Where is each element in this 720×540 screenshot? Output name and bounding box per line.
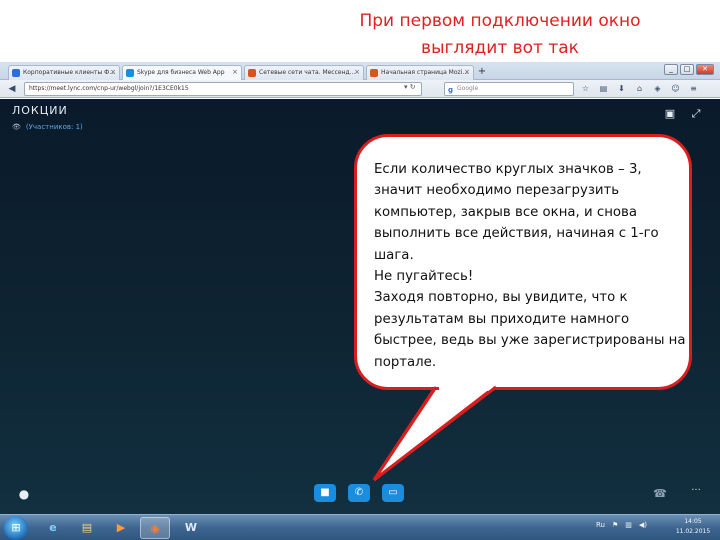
word-icon[interactable]: W (176, 517, 206, 539)
call-controls-bar: ● ■ ✆ ▭ ☎ ··· (0, 481, 720, 507)
slide-title-line-2: выглядит вот так (421, 38, 579, 58)
callout-paragraph-1: Если количество круглых значков – 3, зна… (374, 162, 659, 263)
tab-favicon-icon (12, 69, 20, 77)
internet-explorer-icon[interactable]: e (38, 517, 68, 539)
tab-label: Skype для бизнеса Web App (137, 69, 225, 76)
more-options-button[interactable]: ··· (686, 483, 706, 499)
tab-mozilla-start[interactable]: Начальная страница Mozi... × (366, 65, 474, 80)
home-icon[interactable]: ⌂ (634, 83, 645, 94)
navigation-bar: ◀ https://meet.lync.com/cnp-ur/webgl/joi… (0, 80, 720, 98)
tab-label: Корпоративные клиенты Ф... (23, 69, 116, 76)
devices-icon: ☎ (653, 487, 667, 500)
close-tab-icon[interactable]: × (354, 66, 360, 79)
chat-button[interactable]: ● (16, 486, 32, 502)
participants-count[interactable]: 👁 (Участников: 1) (12, 123, 83, 131)
network-icon[interactable]: ▥ (625, 521, 632, 529)
more-icon: ··· (691, 485, 701, 496)
start-button[interactable]: ⊞ (4, 516, 28, 540)
search-input[interactable]: g Google (444, 82, 574, 96)
address-bar[interactable]: https://meet.lync.com/cnp-ur/webgl/join?… (24, 82, 422, 96)
present-button[interactable]: ▭ (382, 484, 404, 502)
flag-icon[interactable]: ⚑ (612, 521, 618, 529)
callout-paragraph-2: Не пугайтесь! (374, 269, 474, 285)
slide-title-line-1: При первом подключении окно (359, 11, 641, 31)
meeting-title: ЛОКЦИИ (12, 104, 68, 117)
eye-icon: 👁 (12, 123, 21, 131)
reader-icon[interactable]: ▤ (598, 83, 609, 94)
search-placeholder: Google (457, 85, 479, 92)
chat-icon[interactable]: ☺ (670, 83, 681, 94)
firefox-icon[interactable]: ◉ (140, 517, 170, 539)
devices-button[interactable]: ☎ (652, 486, 668, 502)
top-controls: ▣ ⤢ (662, 107, 704, 121)
maximize-button[interactable]: □ (680, 64, 694, 75)
tab-skype-web-app[interactable]: Skype для бизнеса Web App × (122, 65, 242, 80)
tab-corporate-clients[interactable]: Корпоративные клиенты Ф... × (8, 65, 120, 80)
media-player-icon[interactable]: ▶ (106, 517, 136, 539)
chat-icon: ● (18, 487, 30, 501)
language-indicator[interactable]: Ru (596, 521, 605, 529)
reload-icon[interactable]: ▾ ↻ (404, 83, 416, 91)
close-tab-icon[interactable]: × (464, 66, 470, 79)
firefox-icon (248, 69, 256, 77)
screen-icon: ▭ (388, 487, 398, 498)
tab-bar: Корпоративные клиенты Ф... × Skype для б… (0, 62, 720, 80)
explorer-icon[interactable]: ▤ (72, 517, 102, 539)
callout-bubble: Если количество круглых значков – 3, зна… (354, 134, 692, 390)
clock-date: 11.02.2015 (675, 528, 711, 535)
download-icon[interactable]: ⬇ (616, 83, 627, 94)
browser-toolbar: ☆ ▤ ⬇ ⌂ ◈ ☺ ≡ (580, 83, 699, 94)
participants-label: (Участников: 1) (25, 123, 83, 131)
window-controls: _ □ ✕ (664, 64, 714, 75)
tab-messenger[interactable]: Сетевые сети чата. Мессенд... × (244, 65, 364, 80)
close-window-button[interactable]: ✕ (696, 64, 714, 75)
slide-title: При первом подключении окно выглядит вот… (300, 8, 700, 62)
video-button[interactable]: ■ (314, 484, 336, 502)
volume-icon[interactable]: ◀) (639, 521, 647, 529)
close-tab-icon[interactable]: × (110, 66, 116, 79)
back-icon[interactable]: ◀ (6, 83, 18, 95)
new-tab-button[interactable]: + (476, 66, 488, 78)
clock[interactable]: 14:05 11.02.2015 (670, 517, 716, 537)
clock-time: 14:05 (684, 518, 702, 525)
close-tab-icon[interactable]: × (232, 66, 238, 79)
tab-label: Начальная страница Mozi... (381, 69, 469, 76)
video-camera-icon: ■ (320, 487, 330, 498)
skype-icon (126, 69, 134, 77)
fullscreen-icon[interactable]: ⤢ (688, 107, 704, 121)
callout-text: Если количество круглых значков – 3, зна… (374, 159, 686, 373)
share-icon[interactable]: ▣ (662, 107, 678, 121)
phone-icon: ✆ (354, 487, 364, 498)
pocket-icon[interactable]: ◈ (652, 83, 663, 94)
taskbar: ⊞ e ▤ ▶ ◉ W Ru ⚑ ▥ ◀) 14:05 11.02.2015 (0, 514, 720, 540)
firefox-icon (370, 69, 378, 77)
google-icon: g (448, 86, 454, 94)
tab-label: Сетевые сети чата. Мессенд... (259, 69, 356, 76)
phone-button[interactable]: ✆ (348, 484, 370, 502)
star-icon[interactable]: ☆ (580, 83, 591, 94)
callout-paragraph-3: Заходя повторно, вы увидите, что к резул… (374, 290, 686, 370)
menu-icon[interactable]: ≡ (688, 83, 699, 94)
minimize-button[interactable]: _ (664, 64, 678, 75)
system-tray: Ru ⚑ ▥ ◀) (596, 521, 647, 529)
